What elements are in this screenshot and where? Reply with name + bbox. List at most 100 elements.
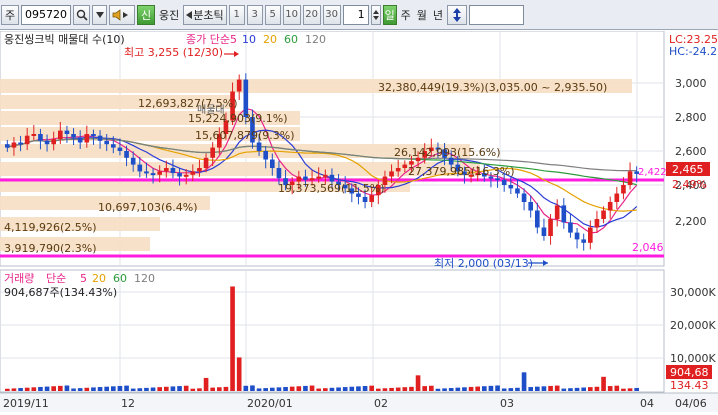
low-note: 최저 2,000 (03/13) [434,257,533,270]
ma-period-20: 20 [263,33,277,46]
volume-bar [614,385,620,391]
volume-bar [627,388,633,391]
volume-bar [435,388,441,391]
volume-bar [528,387,534,391]
dropdown-button[interactable] [92,4,107,25]
interval-10[interactable]: 10 [282,4,301,25]
volume-bar [369,385,375,391]
candle-body [44,140,50,145]
candle-body [534,210,540,228]
volume-bar [309,385,315,391]
candle-body [594,219,600,228]
current-pct: 2,49% [672,178,707,191]
volume-bar [256,388,262,391]
spin-icon [372,9,379,20]
volume-title: 거래량 [4,272,34,285]
volume-bar [541,386,547,391]
period-year-button[interactable]: 년 [431,7,445,23]
volume-bar [402,387,408,391]
volume-bar [356,386,361,391]
volume-bar [64,385,70,391]
credit-label: 신 [140,8,152,22]
volume-bar [634,387,640,391]
candle-body [84,134,90,143]
candle-body [97,135,103,141]
speaker-button[interactable] [109,4,135,25]
tick-label: 분초틱 [193,8,224,22]
volume-bar [91,387,96,391]
volume-bar [594,386,600,391]
candle-body [501,179,507,185]
updown-button[interactable] [447,4,467,25]
volume-bar [554,385,560,391]
x-tick: 03 [500,397,514,410]
volume-bar [329,387,335,391]
candle-body [144,171,149,174]
updown-arrows-icon [453,7,461,22]
tick-button[interactable]: 분초틱 [183,4,227,25]
period-spin-button[interactable] [370,4,381,25]
period-month-button[interactable]: 월 [415,7,429,23]
profile-label: 27,379,985(16.3%) [408,165,515,178]
stock-code-input[interactable] [21,4,71,25]
profile-label: 10,697,103(6.4%) [98,201,198,214]
profile-label: 4,119,926(2.5%) [4,221,97,234]
volume-bar [342,387,348,391]
period-week-button[interactable]: 주 [399,7,413,23]
vol-ma-120: 120 [134,272,155,285]
stock-chart[interactable]: 웅진씽크빅 매물대 수(10) 종가 단순 5 10 20 60 120 최고 … [0,30,718,412]
interval-3[interactable]: 3 [246,4,263,25]
candle-body [51,139,57,145]
x-axis [0,393,718,412]
x-tick: 2020/01 [247,397,293,410]
vol-tick: 10,000K [670,352,716,365]
interval-1[interactable]: 1 [228,4,245,25]
volume-bar [375,388,381,391]
search-icon [76,9,88,21]
profile-label: 26,142,993(15.6%) [394,146,501,159]
period-day-button[interactable]: 일 [382,4,397,25]
volume-bar [475,386,481,391]
market-select[interactable]: 주 [1,4,19,25]
volume-bar [243,385,249,391]
candle-body [137,164,143,172]
volume-bar [197,388,202,391]
candle-body [362,196,368,202]
candle-body [309,178,315,181]
volume-bar [130,388,136,391]
candle-body [197,168,202,172]
search-button[interactable] [73,4,90,25]
candle-body [256,142,262,151]
volume-bar [57,385,63,391]
volume-bar [250,385,255,391]
candle-body [183,174,189,177]
candle-body [57,130,63,140]
candle-body [554,205,560,219]
volume-cur-value: 904,68 [670,366,709,379]
volume-bar [183,385,189,391]
volume-bar [488,385,494,391]
chart-area[interactable]: 웅진씽크빅 매물대 수(10) 종가 단순 5 10 20 60 120 최고 … [0,30,718,412]
candle-body [581,239,587,243]
market-label: 주 [4,8,16,22]
credit-badge[interactable]: 신 [137,4,155,25]
candle-body [18,142,23,145]
volume-bar [117,385,123,391]
candle-body [263,151,269,160]
blank-input[interactable] [469,4,524,25]
interval-20[interactable]: 20 [302,4,321,25]
candle-body [561,205,567,223]
candle-body [495,178,500,181]
volume-bar [263,388,269,391]
ma-period-120: 120 [305,33,326,46]
interval-30[interactable]: 30 [322,4,341,25]
period-input[interactable] [342,4,369,25]
volume-bar [170,386,176,391]
volume-bar [110,386,116,391]
volume-bar [150,387,156,391]
candle-body [203,157,209,168]
interval-5[interactable]: 5 [264,4,281,25]
hc-label: HC:-24.2 [669,45,717,58]
volume-bar [203,377,209,391]
volume-bar [607,386,613,391]
